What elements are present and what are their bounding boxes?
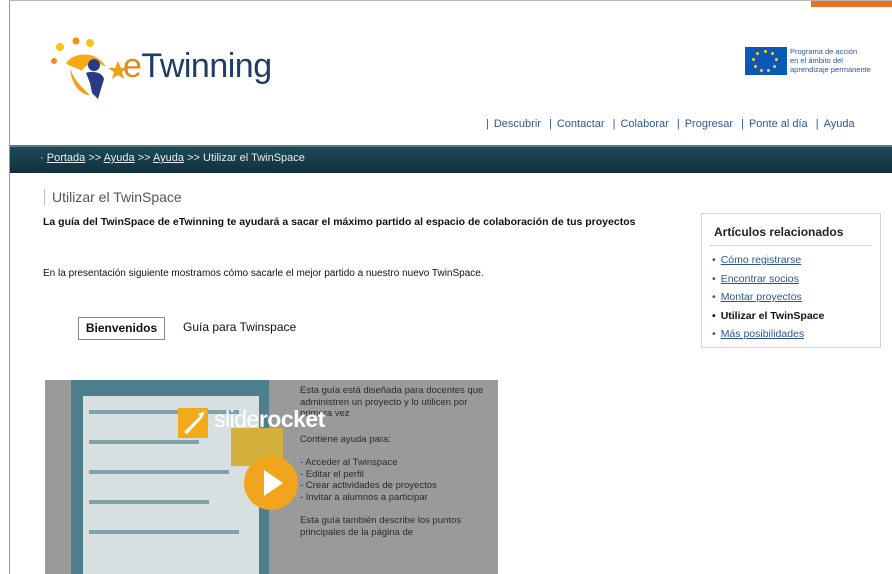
nav-progresar[interactable]: Progresar bbox=[685, 118, 733, 130]
slide-text: Esta guía está diseñada para docentes qu… bbox=[300, 385, 484, 538]
nav-ayuda[interactable]: Ayuda bbox=[824, 118, 855, 130]
breadcrumb-ayuda-2[interactable]: Ayuda bbox=[153, 152, 184, 164]
nav-ponte-al-dia[interactable]: Ponte al día bbox=[749, 118, 808, 130]
intro-text: En la presentación siguiente mostramos c… bbox=[43, 268, 484, 279]
breadcrumb-portada[interactable]: Portada bbox=[47, 152, 86, 164]
related-articles-box: Artículos relacionados • Cómo registrarse… bbox=[701, 213, 881, 348]
page-title: Utilizar el TwinSpace bbox=[44, 189, 182, 205]
tab-bienvenidos[interactable]: Bienvenidos bbox=[78, 317, 165, 340]
breadcrumb-current: Utilizar el TwinSpace bbox=[203, 152, 305, 164]
related-item[interactable]: • Encontrar socios bbox=[712, 270, 824, 289]
nav-contactar[interactable]: Contactar bbox=[557, 118, 605, 130]
play-button[interactable] bbox=[244, 456, 298, 510]
eu-lifelong-learning-logo[interactable]: Programa de acción en el ámbito del aprend… bbox=[745, 47, 892, 79]
breadcrumb-bar: · Portada >> Ayuda >> Ayuda >> Utilizar … bbox=[10, 145, 892, 173]
related-item[interactable]: • Montar proyectos bbox=[712, 288, 824, 307]
page-frame: eTwinning Programa de acción en el ámbito… bbox=[9, 0, 892, 574]
nav-descubrir[interactable]: Descubrir bbox=[494, 118, 541, 130]
nav-colaborar[interactable]: Colaborar bbox=[620, 118, 668, 130]
sliderocket-wordmark: sliderocket bbox=[214, 406, 325, 432]
eu-program-text: Programa de acción en el ámbito del aprend… bbox=[790, 47, 871, 74]
main-navigation: | Descubrir | Contactar | Colaborar | Progre… bbox=[486, 118, 855, 130]
tab-guia-twinspace[interactable]: Guía para Twinspace bbox=[183, 320, 296, 334]
related-item[interactable]: • Más posibilidades bbox=[712, 325, 824, 344]
lead-text: La guía del TwinSpace de eTwinning te ay… bbox=[43, 216, 636, 228]
related-item-current: • Utilizar el TwinSpace bbox=[712, 309, 825, 322]
sliderocket-presentation[interactable]: Esta guía está diseñada para docentes qu… bbox=[45, 380, 498, 574]
related-articles-title: Artículos relacionados bbox=[714, 225, 844, 239]
related-articles-list: • Cómo registrarse • Encontrar socios • Mon… bbox=[712, 251, 824, 344]
related-item[interactable]: • Cómo registrarse bbox=[712, 251, 824, 270]
rocket-icon bbox=[178, 408, 208, 438]
etwinning-wordmark: eTwinning bbox=[123, 47, 272, 85]
orange-header-tab bbox=[811, 1, 892, 7]
eu-flag-icon bbox=[745, 47, 787, 75]
breadcrumb-ayuda[interactable]: Ayuda bbox=[104, 152, 135, 164]
breadcrumb: · Portada >> Ayuda >> Ayuda >> Utilizar … bbox=[40, 152, 305, 164]
